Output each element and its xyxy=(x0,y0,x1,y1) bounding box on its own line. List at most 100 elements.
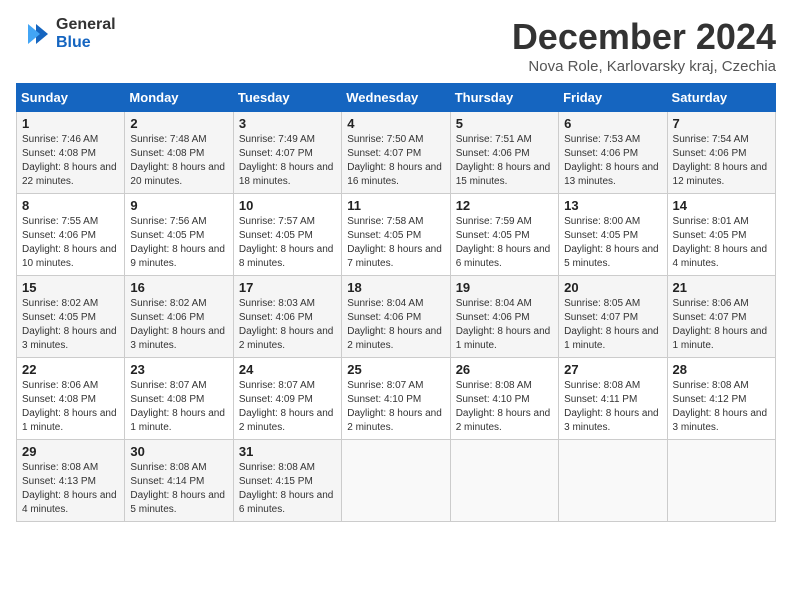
day-number: 21 xyxy=(673,280,770,295)
day-info: Sunrise: 8:07 AMSunset: 4:10 PMDaylight:… xyxy=(347,379,444,435)
day-number: 29 xyxy=(22,444,119,459)
day-number: 27 xyxy=(564,362,661,377)
calendar-cell: 8 Sunrise: 7:55 AMSunset: 4:06 PMDayligh… xyxy=(17,194,125,276)
day-number: 16 xyxy=(130,280,227,295)
day-info: Sunrise: 8:08 AMSunset: 4:10 PMDaylight:… xyxy=(456,379,553,435)
calendar-cell: 16 Sunrise: 8:02 AMSunset: 4:06 PMDaylig… xyxy=(125,276,233,358)
calendar-cell: 10 Sunrise: 7:57 AMSunset: 4:05 PMDaylig… xyxy=(233,194,341,276)
header-day-saturday: Saturday xyxy=(667,84,775,112)
day-info: Sunrise: 8:06 AMSunset: 4:08 PMDaylight:… xyxy=(22,379,119,435)
calendar-cell: 19 Sunrise: 8:04 AMSunset: 4:06 PMDaylig… xyxy=(450,276,558,358)
day-number: 7 xyxy=(673,116,770,131)
day-info: Sunrise: 7:56 AMSunset: 4:05 PMDaylight:… xyxy=(130,215,227,271)
calendar-cell: 17 Sunrise: 8:03 AMSunset: 4:06 PMDaylig… xyxy=(233,276,341,358)
day-number: 6 xyxy=(564,116,661,131)
header-day-tuesday: Tuesday xyxy=(233,84,341,112)
calendar-week-1: 1 Sunrise: 7:46 AMSunset: 4:08 PMDayligh… xyxy=(17,112,776,194)
calendar-cell: 18 Sunrise: 8:04 AMSunset: 4:06 PMDaylig… xyxy=(342,276,450,358)
calendar-week-2: 8 Sunrise: 7:55 AMSunset: 4:06 PMDayligh… xyxy=(17,194,776,276)
day-number: 20 xyxy=(564,280,661,295)
day-info: Sunrise: 8:04 AMSunset: 4:06 PMDaylight:… xyxy=(347,297,444,353)
day-number: 14 xyxy=(673,198,770,213)
day-info: Sunrise: 8:03 AMSunset: 4:06 PMDaylight:… xyxy=(239,297,336,353)
day-number: 15 xyxy=(22,280,119,295)
calendar-cell: 24 Sunrise: 8:07 AMSunset: 4:09 PMDaylig… xyxy=(233,358,341,440)
calendar-cell: 4 Sunrise: 7:50 AMSunset: 4:07 PMDayligh… xyxy=(342,112,450,194)
calendar-cell: 3 Sunrise: 7:49 AMSunset: 4:07 PMDayligh… xyxy=(233,112,341,194)
header-day-thursday: Thursday xyxy=(450,84,558,112)
day-number: 30 xyxy=(130,444,227,459)
day-info: Sunrise: 7:49 AMSunset: 4:07 PMDaylight:… xyxy=(239,133,336,189)
calendar-cell: 31 Sunrise: 8:08 AMSunset: 4:15 PMDaylig… xyxy=(233,440,341,522)
calendar-cell: 13 Sunrise: 8:00 AMSunset: 4:05 PMDaylig… xyxy=(559,194,667,276)
calendar-cell: 14 Sunrise: 8:01 AMSunset: 4:05 PMDaylig… xyxy=(667,194,775,276)
logo-blue: Blue xyxy=(56,34,116,52)
calendar-cell: 6 Sunrise: 7:53 AMSunset: 4:06 PMDayligh… xyxy=(559,112,667,194)
day-info: Sunrise: 8:08 AMSunset: 4:12 PMDaylight:… xyxy=(673,379,770,435)
day-info: Sunrise: 7:55 AMSunset: 4:06 PMDaylight:… xyxy=(22,215,119,271)
day-info: Sunrise: 8:07 AMSunset: 4:08 PMDaylight:… xyxy=(130,379,227,435)
day-info: Sunrise: 8:08 AMSunset: 4:13 PMDaylight:… xyxy=(22,461,119,517)
header: General Blue December 2024 Nova Role, Ka… xyxy=(16,16,776,75)
logo: General Blue xyxy=(16,16,116,52)
header-day-sunday: Sunday xyxy=(17,84,125,112)
calendar-week-5: 29 Sunrise: 8:08 AMSunset: 4:13 PMDaylig… xyxy=(17,440,776,522)
calendar-cell: 28 Sunrise: 8:08 AMSunset: 4:12 PMDaylig… xyxy=(667,358,775,440)
day-number: 25 xyxy=(347,362,444,377)
calendar-week-4: 22 Sunrise: 8:06 AMSunset: 4:08 PMDaylig… xyxy=(17,358,776,440)
day-number: 2 xyxy=(130,116,227,131)
header-day-friday: Friday xyxy=(559,84,667,112)
day-info: Sunrise: 8:08 AMSunset: 4:14 PMDaylight:… xyxy=(130,461,227,517)
day-info: Sunrise: 8:01 AMSunset: 4:05 PMDaylight:… xyxy=(673,215,770,271)
calendar-cell: 30 Sunrise: 8:08 AMSunset: 4:14 PMDaylig… xyxy=(125,440,233,522)
day-info: Sunrise: 7:53 AMSunset: 4:06 PMDaylight:… xyxy=(564,133,661,189)
day-info: Sunrise: 7:46 AMSunset: 4:08 PMDaylight:… xyxy=(22,133,119,189)
day-info: Sunrise: 8:08 AMSunset: 4:15 PMDaylight:… xyxy=(239,461,336,517)
day-number: 1 xyxy=(22,116,119,131)
day-number: 18 xyxy=(347,280,444,295)
day-number: 9 xyxy=(130,198,227,213)
day-number: 8 xyxy=(22,198,119,213)
day-number: 13 xyxy=(564,198,661,213)
day-info: Sunrise: 7:57 AMSunset: 4:05 PMDaylight:… xyxy=(239,215,336,271)
header-day-monday: Monday xyxy=(125,84,233,112)
calendar-cell: 12 Sunrise: 7:59 AMSunset: 4:05 PMDaylig… xyxy=(450,194,558,276)
calendar-table: SundayMondayTuesdayWednesdayThursdayFrid… xyxy=(16,83,776,522)
calendar-cell: 29 Sunrise: 8:08 AMSunset: 4:13 PMDaylig… xyxy=(17,440,125,522)
calendar-cell: 25 Sunrise: 8:07 AMSunset: 4:10 PMDaylig… xyxy=(342,358,450,440)
calendar-cell: 11 Sunrise: 7:58 AMSunset: 4:05 PMDaylig… xyxy=(342,194,450,276)
day-number: 12 xyxy=(456,198,553,213)
calendar-cell: 26 Sunrise: 8:08 AMSunset: 4:10 PMDaylig… xyxy=(450,358,558,440)
title-area: December 2024 Nova Role, Karlovarsky kra… xyxy=(512,16,776,75)
calendar-cell: 21 Sunrise: 8:06 AMSunset: 4:07 PMDaylig… xyxy=(667,276,775,358)
calendar-week-3: 15 Sunrise: 8:02 AMSunset: 4:05 PMDaylig… xyxy=(17,276,776,358)
day-number: 26 xyxy=(456,362,553,377)
calendar-cell: 27 Sunrise: 8:08 AMSunset: 4:11 PMDaylig… xyxy=(559,358,667,440)
day-info: Sunrise: 8:06 AMSunset: 4:07 PMDaylight:… xyxy=(673,297,770,353)
calendar-cell: 22 Sunrise: 8:06 AMSunset: 4:08 PMDaylig… xyxy=(17,358,125,440)
day-number: 23 xyxy=(130,362,227,377)
day-number: 10 xyxy=(239,198,336,213)
logo-icon xyxy=(16,16,52,52)
day-number: 5 xyxy=(456,116,553,131)
day-info: Sunrise: 7:51 AMSunset: 4:06 PMDaylight:… xyxy=(456,133,553,189)
day-info: Sunrise: 7:54 AMSunset: 4:06 PMDaylight:… xyxy=(673,133,770,189)
calendar-cell xyxy=(559,440,667,522)
day-number: 17 xyxy=(239,280,336,295)
calendar-cell: 7 Sunrise: 7:54 AMSunset: 4:06 PMDayligh… xyxy=(667,112,775,194)
day-number: 11 xyxy=(347,198,444,213)
calendar-cell: 2 Sunrise: 7:48 AMSunset: 4:08 PMDayligh… xyxy=(125,112,233,194)
day-number: 24 xyxy=(239,362,336,377)
calendar-cell: 1 Sunrise: 7:46 AMSunset: 4:08 PMDayligh… xyxy=(17,112,125,194)
calendar-cell: 15 Sunrise: 8:02 AMSunset: 4:05 PMDaylig… xyxy=(17,276,125,358)
day-number: 31 xyxy=(239,444,336,459)
calendar-cell xyxy=(450,440,558,522)
logo-general: General xyxy=(56,16,116,34)
calendar-cell: 5 Sunrise: 7:51 AMSunset: 4:06 PMDayligh… xyxy=(450,112,558,194)
calendar-header-row: SundayMondayTuesdayWednesdayThursdayFrid… xyxy=(17,84,776,112)
day-number: 3 xyxy=(239,116,336,131)
location-title: Nova Role, Karlovarsky kraj, Czechia xyxy=(512,58,776,75)
day-info: Sunrise: 7:48 AMSunset: 4:08 PMDaylight:… xyxy=(130,133,227,189)
day-info: Sunrise: 8:00 AMSunset: 4:05 PMDaylight:… xyxy=(564,215,661,271)
day-info: Sunrise: 7:58 AMSunset: 4:05 PMDaylight:… xyxy=(347,215,444,271)
